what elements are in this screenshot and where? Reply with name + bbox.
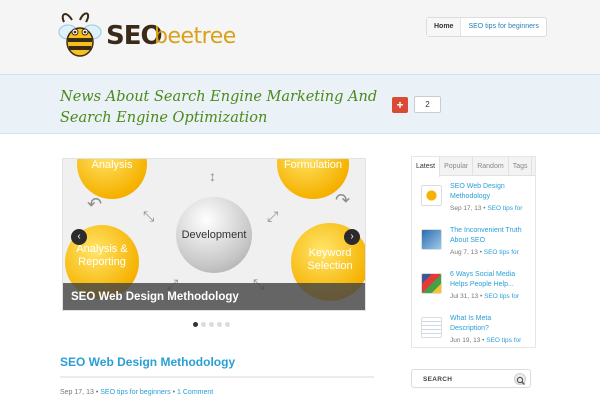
post-date: Sep 17, 13 <box>60 389 94 396</box>
sidebar-post-title-line-2: Methodology <box>450 193 491 200</box>
sidebar-post-title-line-2: About SEO <box>450 237 486 244</box>
sidebar-post-item[interactable]: SEO Web Design Methodology Sep 17, 13 • … <box>412 176 535 220</box>
sidebar-post-item[interactable]: What Is Meta Description? Jun 19, 13 • S… <box>412 308 535 352</box>
slider-dot[interactable] <box>201 322 206 327</box>
node-keyword-selection-line-1: Keyword <box>308 247 352 259</box>
arrow-icon: ⤢ <box>267 208 279 224</box>
sidebar-post-meta: Sep 17, 13 • SEO tips for <box>450 204 531 214</box>
search-icon[interactable] <box>514 373 526 385</box>
tab-latest[interactable]: Latest <box>412 157 441 177</box>
nav-home-link[interactable]: Home <box>427 18 462 36</box>
meta-separator: • <box>483 205 486 212</box>
curved-arrow-icon: ↶ <box>87 194 103 214</box>
tab-tags[interactable]: Tags <box>509 157 533 175</box>
post-thumbnail[interactable] <box>421 317 442 338</box>
featured-slider[interactable]: Analysis Formulation Development Analysi… <box>62 158 366 311</box>
google-plus-icon[interactable]: + <box>392 97 408 113</box>
slider-next-button[interactable]: › <box>344 229 360 245</box>
site-tagline: News About Search Engine Marketing And S… <box>60 87 380 129</box>
post-divider <box>60 376 374 378</box>
node-analysis-label: Analysis <box>91 159 133 171</box>
slider-pagination <box>193 322 230 327</box>
node-analysis-reporting-line-2: Reporting <box>78 256 126 268</box>
sidebar-post-title-line-1: What Is Meta <box>450 315 492 322</box>
logo-word-beetree: beetree <box>154 24 236 49</box>
tagline-band: News About Search Engine Marketing And S… <box>0 74 600 134</box>
post-thumbnail[interactable] <box>421 185 442 206</box>
sidebar-post-meta: Jun 19, 13 • SEO tips for <box>450 336 531 346</box>
sidebar-post-title[interactable]: The Inconvenient Truth About SEO <box>450 226 531 246</box>
post-comments-link[interactable]: 1 Comment <box>177 389 213 396</box>
slider-caption[interactable]: SEO Web Design Methodology <box>63 283 365 310</box>
post-thumbnail[interactable] <box>421 229 442 250</box>
meta-separator: • <box>479 249 482 256</box>
share-count: 2 <box>414 96 441 113</box>
sidebar-post-date: Jul 31, 13 <box>450 293 479 300</box>
tab-popular[interactable]: Popular <box>440 157 474 175</box>
sidebar-post-date: Sep 17, 13 <box>450 205 482 212</box>
search-placeholder: SEARCH <box>423 376 453 383</box>
sidebar-post-date: Jun 19, 13 <box>450 337 481 344</box>
node-analysis-reporting-label: Analysis & Reporting <box>65 243 139 269</box>
magnifier-glyph <box>516 376 525 385</box>
sidebar-post-category[interactable]: SEO tips for <box>486 337 521 344</box>
meta-separator: • <box>482 337 485 344</box>
sidebar-post-date: Aug 7, 13 <box>450 249 478 256</box>
tagline-line-1: News About Search Engine Marketing And <box>60 89 378 105</box>
post-thumbnail[interactable] <box>421 273 442 294</box>
site-logo[interactable]: SEO beetree <box>58 8 236 60</box>
sidebar-post-title-line-1: The Inconvenient Truth <box>450 227 522 234</box>
arrow-icon: ⤡ <box>143 208 155 224</box>
slider-prev-button[interactable]: ‹ <box>71 229 87 245</box>
slider-dot[interactable] <box>193 322 198 327</box>
curved-arrow-icon: ↷ <box>335 190 351 210</box>
sidebar-post-title-line-1: SEO Web Design <box>450 183 505 190</box>
sidebar-post-category[interactable]: SEO tips for <box>484 249 519 256</box>
node-keyword-selection-line-2: Selection <box>307 260 353 272</box>
sidebar-post-category[interactable]: SEO tips for <box>484 293 519 300</box>
sidebar-post-title[interactable]: What Is Meta Description? <box>450 314 531 334</box>
sidebar-post-title[interactable]: 6 Ways Social Media Helps People Help... <box>450 270 531 290</box>
sidebar-tabs-widget: Latest Popular Random Tags SEO Web Desig… <box>411 156 536 348</box>
post-category-link[interactable]: SEO tips for beginners <box>100 389 170 396</box>
node-keyword-selection-label: Keyword Selection <box>291 247 365 273</box>
node-development-label: Development <box>181 229 247 241</box>
sidebar-tab-bar: Latest Popular Random Tags <box>412 157 535 177</box>
meta-separator: • <box>480 293 483 300</box>
node-analysis-reporting-line-1: Analysis & <box>76 243 128 255</box>
slider-dot[interactable] <box>217 322 222 327</box>
node-formulation-label: Formulation <box>283 159 343 171</box>
arrow-icon: ↕ <box>209 168 216 184</box>
sidebar-post-meta: Jul 31, 13 • SEO tips for <box>450 292 531 302</box>
slider-dot[interactable] <box>209 322 214 327</box>
sidebar-post-item[interactable]: The Inconvenient Truth About SEO Aug 7, … <box>412 220 535 264</box>
post-title[interactable]: SEO Web Design Methodology <box>60 355 235 369</box>
meta-separator: • <box>95 389 99 396</box>
sidebar-post-title-line-2: Helps People Help... <box>450 281 514 288</box>
bee-icon <box>58 12 102 57</box>
sidebar-post-title[interactable]: SEO Web Design Methodology <box>450 182 531 202</box>
post-meta: Sep 17, 13 • SEO tips for beginners • 1 … <box>60 389 213 396</box>
search-input[interactable]: SEARCH <box>411 369 531 388</box>
slider-dot[interactable] <box>225 322 230 327</box>
sidebar-post-item[interactable]: 6 Ways Social Media Helps People Help...… <box>412 264 535 308</box>
sidebar-post-category[interactable]: SEO tips for <box>487 205 522 212</box>
page: SEO beetree Home SEO tips for beginners … <box>0 0 600 400</box>
nav-seo-tips-link[interactable]: SEO tips for beginners <box>461 18 545 36</box>
top-navigation: Home SEO tips for beginners <box>426 17 547 37</box>
sidebar-post-title-line-1: 6 Ways Social Media <box>450 271 516 278</box>
sidebar-post-meta: Aug 7, 13 • SEO tips for <box>450 248 531 258</box>
meta-separator: • <box>172 389 176 396</box>
tab-random[interactable]: Random <box>473 157 509 175</box>
tagline-line-2: Search Engine Optimization <box>60 110 268 126</box>
sidebar-post-title-line-2: Description? <box>450 325 489 332</box>
site-header: SEO beetree Home SEO tips for beginners <box>0 0 600 74</box>
